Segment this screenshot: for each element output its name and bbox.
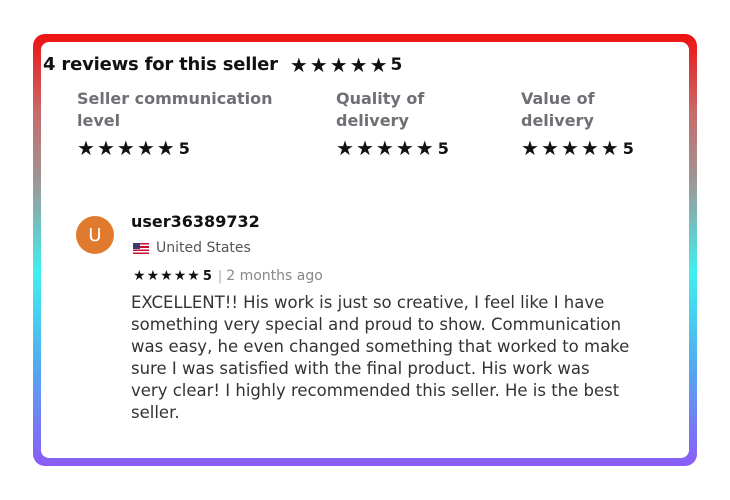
star-icon: ★ <box>540 136 559 160</box>
review-time-ago: 2 months ago <box>226 268 323 284</box>
star-icon: ★ <box>96 136 115 160</box>
criterion-quality: Quality of delivery ★ ★ ★ ★ ★ 5 <box>336 88 476 158</box>
star-icon: ★ <box>136 136 155 160</box>
star-icon: ★ <box>289 52 308 77</box>
star-icon: ★ <box>156 136 175 160</box>
criterion-rating: ★ ★ ★ ★ ★ 5 <box>336 138 476 158</box>
separator: | <box>217 268 223 284</box>
reviewer-username[interactable]: user36389732 <box>131 212 260 231</box>
star-icon: ★ <box>375 136 394 160</box>
criterion-rating-value: 5 <box>437 138 449 158</box>
star-icon: ★ <box>560 136 579 160</box>
star-icon: ★ <box>336 136 354 160</box>
review-meta: ★ ★ ★ ★ ★ 5 | 2 months ago <box>133 268 323 284</box>
star-icon: ★ <box>160 268 173 284</box>
star-icon: ★ <box>133 268 146 284</box>
review-text: EXCELLENT!! His work is just so creative… <box>131 293 630 422</box>
criterion-rating: ★ ★ ★ ★ ★ 5 <box>77 138 297 158</box>
star-icon: ★ <box>116 136 135 160</box>
star-icon: ★ <box>395 136 414 160</box>
star-icon: ★ <box>146 268 160 284</box>
star-icon: ★ <box>600 136 619 160</box>
star-icon: ★ <box>77 136 95 160</box>
star-icon: ★ <box>521 136 539 160</box>
criterion-communication: Seller communication level ★ ★ ★ ★ ★ 5 <box>77 88 297 158</box>
reviews-header: 4 reviews for this seller ★ ★ ★ ★ ★ 5 <box>43 54 402 75</box>
criterion-rating-value: 5 <box>178 138 190 158</box>
star-icon: ★ <box>369 52 388 77</box>
criterion-rating-value: 5 <box>622 138 634 158</box>
star-icon: ★ <box>309 52 328 77</box>
country-name: United States <box>156 240 251 256</box>
criterion-label: Seller communication level <box>77 89 273 130</box>
star-icon: ★ <box>173 268 187 284</box>
avatar-initial: U <box>88 224 102 246</box>
overall-stars: ★ ★ ★ ★ ★ 5 <box>290 55 403 75</box>
star-icon: ★ <box>329 52 348 77</box>
reviewer-country: United States <box>133 240 251 256</box>
star-icon: ★ <box>349 52 368 77</box>
criterion-label: Quality of delivery <box>336 89 425 130</box>
reviews-title: 4 reviews for this seller <box>43 54 278 75</box>
star-icon: ★ <box>580 136 599 160</box>
review-rating: 5 <box>202 268 212 284</box>
avatar[interactable]: U <box>76 216 114 254</box>
criterion-value: Value of delivery ★ ★ ★ ★ ★ 5 <box>521 88 634 160</box>
star-icon: ★ <box>415 136 434 160</box>
criterion-rating: ★ ★ ★ ★ ★ 5 <box>521 136 634 160</box>
star-icon: ★ <box>355 136 374 160</box>
overall-rating: 5 <box>390 54 403 75</box>
criterion-label: Value of delivery <box>521 89 595 130</box>
us-flag-icon <box>133 242 149 254</box>
star-icon: ★ <box>187 268 200 284</box>
